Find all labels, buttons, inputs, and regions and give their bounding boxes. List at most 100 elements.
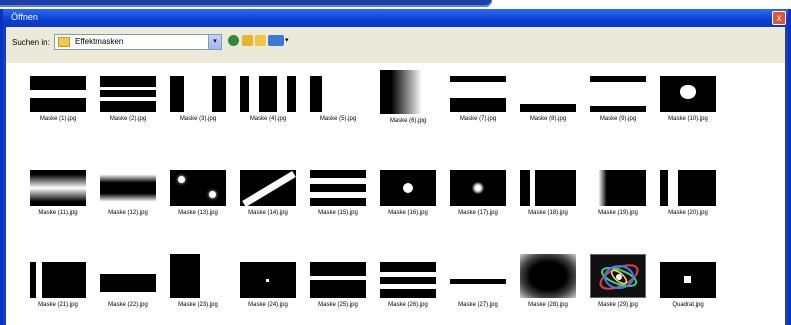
file-tile[interactable]: Maske (23).jpg: [165, 254, 231, 308]
file-tile[interactable]: Maske (24).jpg: [235, 262, 301, 308]
file-tile[interactable]: Maske (13).jpg: [165, 170, 231, 216]
file-tile[interactable]: Maske (12).jpg: [95, 170, 161, 216]
views-caret-icon[interactable]: ▾: [285, 36, 289, 44]
file-thumbnail: [520, 76, 576, 112]
file-thumbnail: [170, 170, 226, 206]
open-dialog: Öffnen x Suchen in: Effektmasken ▾ ▾ Mas…: [0, 9, 791, 325]
file-thumbnail: [240, 170, 296, 206]
look-in-value: Effektmasken: [75, 37, 124, 46]
file-tile[interactable]: Maske (18).jpg: [515, 170, 581, 216]
file-tile[interactable]: Maske (2).jpg: [95, 76, 161, 122]
file-name: Maske (5).jpg: [319, 116, 357, 122]
file-tile[interactable]: Maske (16).jpg: [375, 170, 441, 216]
file-name: Maske (18).jpg: [528, 210, 568, 216]
file-thumbnail: [660, 76, 716, 112]
file-name: Maske (4).jpg: [249, 116, 287, 122]
file-tile[interactable]: Maske (14).jpg: [235, 170, 301, 216]
file-tile[interactable]: Maske (10).jpg: [655, 76, 721, 122]
file-name: Maske (20).jpg: [668, 210, 708, 216]
file-thumbnail: [30, 170, 86, 206]
file-name: Maske (14).jpg: [248, 210, 288, 216]
file-tile[interactable]: Maske (7).jpg: [445, 76, 511, 122]
file-tile[interactable]: Maske (8).jpg: [515, 76, 581, 122]
file-name: Maske (13).jpg: [178, 210, 218, 216]
file-name: Maske (24).jpg: [248, 302, 288, 308]
file-tile[interactable]: Maske (19).jpg: [585, 170, 651, 216]
file-thumbnail: [30, 76, 86, 112]
file-thumbnail: [310, 76, 366, 112]
file-name: Quadrat.jpg: [672, 302, 704, 308]
title-bar: Öffnen x: [3, 9, 788, 27]
file-thumbnail: [590, 254, 646, 298]
file-tile[interactable]: Maske (15).jpg: [305, 170, 371, 216]
file-thumbnail: [310, 170, 366, 206]
file-tile[interactable]: Maske (6).jpg: [375, 70, 441, 124]
file-thumbnail: [170, 254, 226, 298]
file-tile[interactable]: Maske (28).jpg: [515, 254, 581, 308]
file-thumbnail: [590, 76, 646, 112]
file-tile[interactable]: Maske (3).jpg: [165, 76, 231, 122]
file-tile[interactable]: Maske (26).jpg: [375, 262, 441, 308]
window-title: Öffnen: [11, 12, 38, 22]
file-name: Maske (12).jpg: [108, 210, 148, 216]
file-name: Maske (11).jpg: [38, 210, 78, 216]
file-thumbnail: [590, 170, 646, 206]
file-name: Maske (3).jpg: [179, 116, 217, 122]
file-thumbnail: [240, 76, 296, 112]
file-tile[interactable]: Maske (21).jpg: [25, 262, 91, 308]
file-tile[interactable]: Maske (25).jpg: [305, 262, 371, 308]
file-name: Maske (1).jpg: [39, 116, 77, 122]
file-tile[interactable]: Quadrat.jpg: [655, 262, 721, 308]
file-thumbnail: [100, 262, 156, 298]
file-name: Maske (25).jpg: [318, 302, 358, 308]
file-tile[interactable]: Maske (27).jpg: [445, 262, 511, 308]
file-name: Maske (7).jpg: [459, 116, 497, 122]
file-tile[interactable]: Maske (9).jpg: [585, 76, 651, 122]
file-thumbnail: [310, 262, 366, 298]
file-thumbnail: [170, 76, 226, 112]
file-name: Maske (9).jpg: [599, 116, 637, 122]
views-menu-button[interactable]: [268, 35, 284, 46]
file-name: Maske (16).jpg: [388, 210, 428, 216]
file-thumbnail: [380, 262, 436, 298]
file-name: Maske (10).jpg: [668, 116, 708, 122]
close-button[interactable]: x: [772, 11, 786, 25]
up-folder-button[interactable]: [242, 35, 253, 46]
chevron-down-icon[interactable]: ▾: [208, 35, 221, 49]
look-in-label: Suchen in:: [12, 38, 50, 47]
file-tile[interactable]: Maske (22).jpg: [95, 262, 161, 308]
file-tile[interactable]: Maske (29).jpg: [585, 254, 651, 308]
back-button[interactable]: [228, 35, 239, 46]
top-strip: [0, 0, 791, 9]
file-tile[interactable]: Maske (11).jpg: [25, 170, 91, 216]
file-thumbnail: [240, 262, 296, 298]
file-name: Maske (8).jpg: [529, 116, 567, 122]
file-thumbnail: [100, 76, 156, 112]
file-name: Maske (15).jpg: [318, 210, 358, 216]
file-thumbnail: [660, 170, 716, 206]
file-thumbnail: [450, 170, 506, 206]
file-thumbnail: [660, 262, 716, 298]
file-tile[interactable]: Maske (20).jpg: [655, 170, 721, 216]
new-folder-button[interactable]: [255, 35, 266, 46]
file-tile[interactable]: Maske (17).jpg: [445, 170, 511, 216]
file-thumbnail: [520, 170, 576, 206]
folder-icon: [58, 37, 70, 47]
file-thumbnail: [100, 170, 156, 206]
top-banner: [0, 0, 492, 7]
file-thumbnail: [520, 254, 576, 298]
file-thumbnail: [450, 262, 506, 298]
file-name: Maske (29).jpg: [598, 302, 638, 308]
file-name: Maske (21).jpg: [38, 302, 78, 308]
file-name: Maske (28).jpg: [528, 302, 568, 308]
file-name: Maske (26).jpg: [388, 302, 428, 308]
file-tile[interactable]: Maske (1).jpg: [25, 76, 91, 122]
file-tile[interactable]: Maske (5).jpg: [305, 76, 371, 122]
file-name: Maske (27).jpg: [458, 302, 498, 308]
file-thumbnail: [380, 70, 436, 114]
file-name: Maske (22).jpg: [108, 302, 148, 308]
file-name: Maske (6).jpg: [389, 118, 427, 124]
file-thumbnail: [450, 76, 506, 112]
look-in-dropdown[interactable]: Effektmasken ▾: [54, 34, 222, 50]
file-tile[interactable]: Maske (4).jpg: [235, 76, 301, 122]
